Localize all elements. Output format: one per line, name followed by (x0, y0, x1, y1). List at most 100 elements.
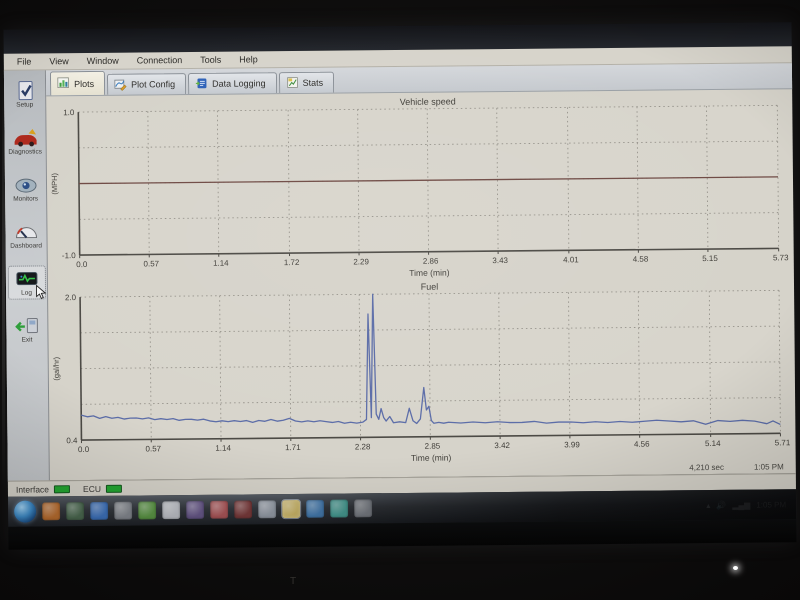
menu-item-help[interactable]: Help (230, 54, 267, 64)
tray-show-hidden-icon[interactable]: ▴ (706, 501, 710, 510)
vehicle-speed-chart: 0.0 0.57 1.14 1.72 2.29 2.86 3.43 4.01 4.58 5.15 5… (48, 91, 789, 283)
sidebar-item-label: Dashboard (10, 242, 42, 249)
footer-clock-value: 1:05 PM (754, 462, 784, 471)
taskbar-app-icon-8[interactable] (210, 501, 228, 519)
app-body: Setup Diagnostics Monitors Dashboard Log Exit… (4, 63, 796, 481)
svg-text:5.71: 5.71 (775, 438, 791, 447)
menu-item-tools[interactable]: Tools (191, 55, 230, 65)
taskbar-app-icon-13[interactable] (330, 500, 348, 518)
taskbar-app-icon-3[interactable] (90, 502, 108, 520)
svg-text:0.0: 0.0 (76, 260, 88, 269)
stats-icon (286, 75, 299, 90)
svg-text:(MPH): (MPH) (50, 172, 59, 194)
tab-plot-config[interactable]: Plot Config (107, 73, 186, 95)
taskbar-app-icon-2[interactable] (66, 502, 84, 520)
fuel-chart: 0.00.571.141.712.282.853.423.994.565.145… (50, 276, 791, 468)
svg-text:2.0: 2.0 (65, 293, 77, 302)
taskbar-app-icon-9[interactable] (234, 500, 252, 518)
ecu-status-led (106, 484, 122, 492)
sidebar-item-label: Exit (22, 337, 33, 344)
svg-text:3.42: 3.42 (494, 440, 510, 449)
tab-label: Stats (303, 78, 324, 88)
svg-text:1.0: 1.0 (63, 108, 75, 117)
power-led (733, 566, 738, 570)
plot-config-icon (114, 77, 127, 92)
tab-stats[interactable]: Stats (279, 72, 335, 94)
svg-text:Time (min): Time (min) (409, 268, 450, 278)
taskbar-app-icon-1[interactable] (42, 502, 60, 520)
start-button[interactable] (14, 501, 36, 523)
sidebar-item-label: Diagnostics (8, 148, 42, 155)
menu-item-file[interactable]: File (8, 56, 41, 66)
mouse-cursor-icon (34, 284, 46, 305)
network-icon[interactable]: ▂▄▆ (732, 500, 750, 509)
svg-text:1.72: 1.72 (284, 258, 300, 267)
vehicle-speed-plot-svg: 0.0 0.57 1.14 1.72 2.29 2.86 3.43 4.01 4.58 5.15 5… (48, 91, 789, 283)
sidebar-item-log[interactable]: Log (8, 266, 44, 298)
bezel-logo-mark: T (290, 576, 296, 587)
taskbar-app-icon-11[interactable] (282, 500, 300, 518)
sidebar-item-diagnostics[interactable]: Diagnostics (7, 125, 43, 157)
taskbar-clock[interactable]: 1:05 PM (756, 500, 786, 509)
data-logging-icon (195, 76, 208, 91)
svg-text:2.28: 2.28 (355, 442, 371, 451)
svg-text:1.71: 1.71 (285, 442, 301, 451)
plots-icon (57, 76, 70, 91)
svg-text:4.01: 4.01 (563, 255, 579, 264)
sidebar-item-label: Setup (16, 102, 33, 109)
elapsed-time-value: 4,210 sec (689, 463, 724, 472)
setup-icon (12, 80, 38, 100)
interface-status-led (54, 485, 70, 493)
tab-label: Plots (74, 78, 94, 88)
charts-area: 0.0 0.57 1.14 1.72 2.29 2.86 3.43 4.01 4.58 5.15 5… (46, 89, 796, 467)
taskbar-app-icon-7[interactable] (186, 501, 204, 519)
svg-text:-1.0: -1.0 (62, 251, 76, 260)
volume-icon[interactable]: 🔊 (716, 500, 726, 509)
svg-text:Time (min): Time (min) (411, 452, 452, 462)
svg-text:(gal/hr): (gal/hr) (52, 356, 61, 380)
svg-text:0.57: 0.57 (143, 259, 159, 268)
tab-label: Plot Config (131, 79, 175, 89)
taskbar-app-icon-4[interactable] (114, 502, 132, 520)
monitors-icon (12, 174, 38, 194)
menu-item-window[interactable]: Window (78, 56, 128, 66)
svg-text:3.43: 3.43 (492, 256, 508, 265)
interface-status-label: Interface (16, 484, 49, 494)
svg-text:2.29: 2.29 (353, 257, 369, 266)
sidebar-item-setup[interactable]: Setup (6, 78, 42, 110)
svg-text:5.73: 5.73 (773, 253, 789, 262)
svg-text:0.57: 0.57 (145, 444, 161, 453)
taskbar-app-icon-14[interactable] (354, 499, 372, 517)
laptop-screen: FileViewWindowConnectionToolsHelp Setup D… (4, 22, 797, 550)
svg-text:Fuel: Fuel (421, 281, 439, 291)
fuel-plot-svg: 0.00.571.141.712.282.853.423.994.565.145… (50, 276, 791, 468)
sidebar-item-label: Log (21, 290, 32, 297)
menu-item-connection[interactable]: Connection (128, 55, 192, 66)
photo-background: FileViewWindowConnectionToolsHelp Setup D… (0, 0, 800, 600)
taskbar-app-icon-5[interactable] (138, 501, 156, 519)
tab-plots[interactable]: Plots (50, 71, 105, 96)
sidebar-item-monitors[interactable]: Monitors (7, 172, 43, 204)
svg-text:5.15: 5.15 (702, 254, 718, 263)
dashboard-icon (13, 221, 39, 241)
taskbar-app-icon-6[interactable] (162, 501, 180, 519)
taskbar-app-icon-12[interactable] (306, 500, 324, 518)
system-tray[interactable]: ▴ 🔊 ▂▄▆ 1:05 PM (706, 500, 790, 510)
svg-text:1.14: 1.14 (213, 259, 229, 268)
sidebar-item-label: Monitors (13, 195, 38, 202)
sidebar-item-dashboard[interactable]: Dashboard (8, 219, 44, 251)
ecu-status-label: ECU (83, 483, 101, 493)
menu-item-view[interactable]: View (40, 56, 77, 66)
svg-text:2.85: 2.85 (425, 441, 441, 450)
svg-text:Vehicle speed: Vehicle speed (400, 96, 456, 107)
taskbar-app-icon-10[interactable] (258, 500, 276, 518)
tab-data-logging[interactable]: Data Logging (188, 72, 277, 94)
bezel-edge-glow (2, 80, 5, 490)
sidebar-item-exit[interactable]: Exit (9, 313, 45, 345)
svg-text:4.58: 4.58 (633, 255, 649, 264)
svg-text:2.86: 2.86 (423, 257, 439, 266)
svg-text:0.4: 0.4 (66, 436, 78, 445)
diagnostics-icon (12, 127, 38, 147)
svg-text:3.99: 3.99 (564, 440, 580, 449)
main-area: Plots Plot Config Data Logging Stats 0.0 0.5… (46, 63, 796, 480)
